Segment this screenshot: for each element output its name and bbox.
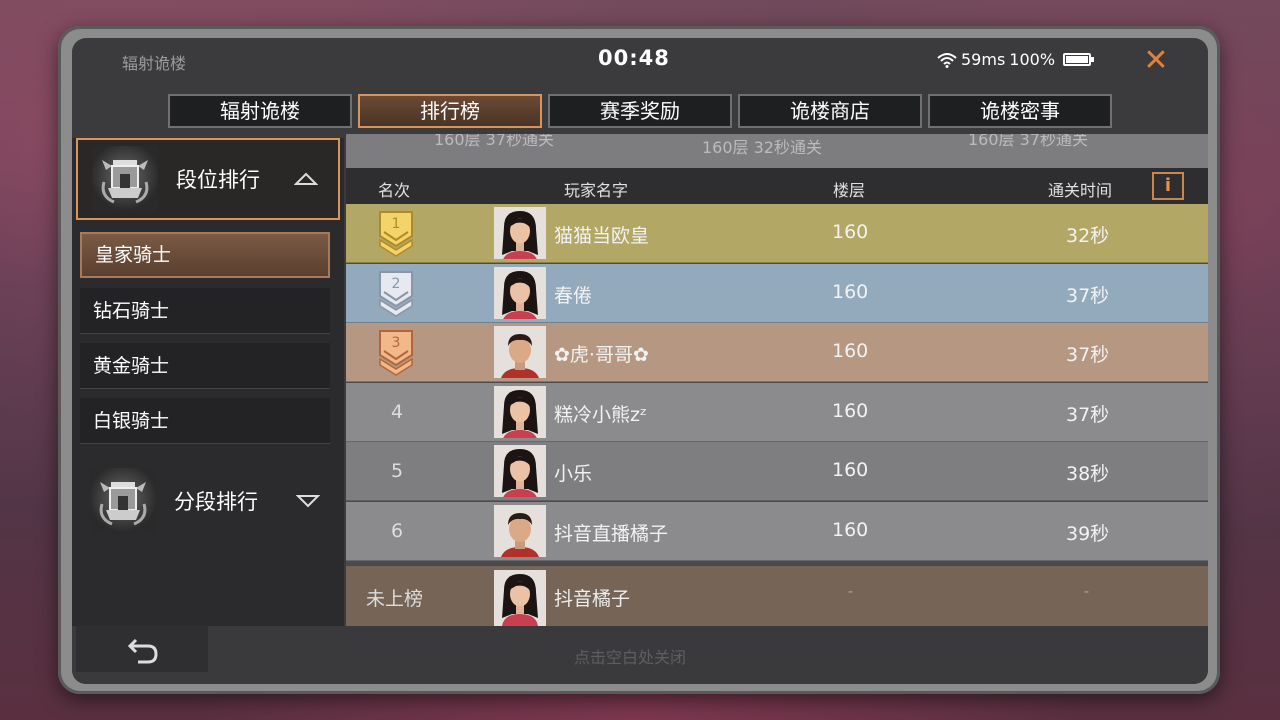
bottom-bar: 点击空白处关闭 — [72, 626, 1208, 684]
tab-leaderboard[interactable]: 排行榜 — [358, 94, 542, 128]
header-name: 玩家名字 — [564, 181, 629, 200]
row-time: 39秒 — [1066, 522, 1110, 545]
table-row[interactable]: 2 春倦 160 37秒 — [346, 263, 1208, 325]
window-title: 辐射诡楼 — [122, 54, 187, 73]
silver-medal-icon: 2 — [376, 270, 416, 325]
table-row[interactable]: 3 ✿虎·哥哥✿ 160 37秒 — [346, 323, 1208, 382]
sidebar: 段位排行 皇家骑士 钻石骑士 黄金骑士 白银骑士 分段排行 — [72, 138, 344, 626]
tab-season-rewards[interactable]: 赛季奖励 — [548, 94, 732, 128]
svg-text:3: 3 — [392, 335, 401, 351]
row-floor: 160 — [832, 518, 869, 541]
table-header: 名次 玩家名字 楼层 通关时间 i — [346, 168, 1208, 204]
row-floor: 160 — [832, 399, 869, 422]
row-time: 38秒 — [1066, 463, 1110, 485]
avatar — [494, 445, 546, 497]
row-floor: 160 — [832, 459, 869, 481]
chevron-up-icon — [294, 172, 318, 185]
battery-text: 100% — [1009, 50, 1056, 69]
table-row[interactable]: 1 猫猫当欧皇 160 32秒 — [346, 204, 1208, 263]
sidebar-item-gold-knight[interactable]: 黄金骑士 — [80, 343, 330, 389]
chevron-down-icon — [296, 495, 320, 508]
row-player-name: ✿虎·哥哥✿ — [554, 344, 649, 366]
row-time: 37秒 — [1066, 344, 1110, 366]
avatar — [494, 326, 546, 378]
back-arrow-icon — [127, 638, 158, 664]
row-floor: 160 — [832, 280, 869, 303]
self-name: 抖音橘子 — [554, 588, 631, 610]
group-rank-ranking[interactable]: 段位排行 — [76, 138, 340, 220]
row-time: 37秒 — [1066, 284, 1110, 307]
gold-medal-icon: 1 — [376, 210, 416, 265]
status-area: 59ms 100% — [937, 50, 1095, 69]
svg-text:1: 1 — [392, 216, 401, 232]
tab-bar: 辐射诡楼 排行榜 赛季奖励 诡楼商店 诡楼密事 — [168, 94, 1112, 128]
leaderboard-table[interactable]: 160层 37秒通关 160层 32秒通关 160层 37秒通关 名次 玩家名字… — [346, 134, 1208, 626]
header-floor: 楼层 — [833, 181, 866, 200]
avatar — [494, 504, 546, 557]
table-row[interactable]: 4 糕冷小熊zᶻ 160 37秒 — [346, 382, 1208, 442]
table-row[interactable]: 6 抖音直播橘子 160 39秒 — [346, 501, 1208, 561]
top-bar: 辐射诡楼 00:48 59ms 100% ✕ — [72, 38, 1208, 84]
row-player-name: 春倦 — [554, 284, 593, 307]
row-player-name: 猫猫当欧皇 — [554, 225, 650, 247]
tab-tower-secrets[interactable]: 诡楼密事 — [928, 94, 1112, 128]
rank-emblem-icon — [90, 468, 156, 534]
sidebar-item-diamond-knight[interactable]: 钻石骑士 — [80, 288, 330, 334]
podium-text-3: 160层 37秒通关 — [968, 134, 1088, 149]
table-row[interactable]: 5 小乐 160 38秒 — [346, 442, 1208, 501]
row-player-name: 抖音直播橘子 — [554, 522, 669, 545]
podium-text-2: 160层 32秒通关 — [702, 138, 822, 157]
battery-fill — [1066, 56, 1089, 63]
tab-radiation-tower[interactable]: 辐射诡楼 — [168, 94, 352, 128]
row-floor: 160 — [832, 221, 869, 243]
row-time: 37秒 — [1066, 403, 1110, 426]
countdown-timer: 00:48 — [598, 46, 670, 70]
ping-text: 59ms — [961, 50, 1006, 69]
svg-text:2: 2 — [392, 276, 401, 292]
close-icon[interactable]: ✕ — [1140, 46, 1172, 78]
row-floor: 160 — [832, 340, 869, 362]
group-label: 分段排行 — [174, 490, 258, 514]
top-podium-strip: 160层 37秒通关 160层 32秒通关 160层 37秒通关 — [346, 134, 1208, 168]
battery-icon — [1063, 53, 1095, 66]
leaderboard-panel: 辐射诡楼 00:48 59ms 100% ✕ 辐射诡楼 排行榜 赛季奖励 诡楼商… — [72, 38, 1208, 684]
info-icon[interactable]: i — [1152, 172, 1184, 200]
row-rank: 4 — [390, 400, 404, 423]
self-floor: - — [848, 584, 854, 600]
tab-tower-shop[interactable]: 诡楼商店 — [738, 94, 922, 128]
rank-emblem-icon — [92, 146, 158, 212]
avatar — [494, 266, 546, 319]
podium-text-1: 160层 37秒通关 — [434, 134, 554, 149]
sidebar-item-royal-knight[interactable]: 皇家骑士 — [80, 232, 330, 278]
group-label: 段位排行 — [176, 168, 260, 192]
back-button[interactable] — [76, 626, 208, 672]
self-row: 未上榜 抖音橘子 - - — [346, 566, 1208, 626]
wifi-icon — [937, 52, 957, 68]
self-rank: 未上榜 — [366, 588, 424, 610]
header-time: 通关时间 — [1048, 181, 1113, 200]
row-rank: 6 — [390, 519, 404, 542]
group-tier-ranking[interactable]: 分段排行 — [76, 460, 340, 542]
row-time: 32秒 — [1066, 225, 1110, 247]
bronze-medal-icon: 3 — [376, 329, 416, 384]
row-player-name: 糕冷小熊zᶻ — [554, 403, 647, 426]
avatar — [494, 207, 546, 259]
self-time: - — [1084, 584, 1090, 600]
row-player-name: 小乐 — [554, 463, 593, 485]
row-rank: 5 — [390, 460, 404, 482]
close-hint[interactable]: 点击空白处关闭 — [574, 644, 686, 668]
sidebar-item-silver-knight[interactable]: 白银骑士 — [80, 398, 330, 444]
header-rank: 名次 — [378, 181, 411, 200]
avatar — [494, 570, 546, 626]
avatar — [494, 385, 546, 438]
